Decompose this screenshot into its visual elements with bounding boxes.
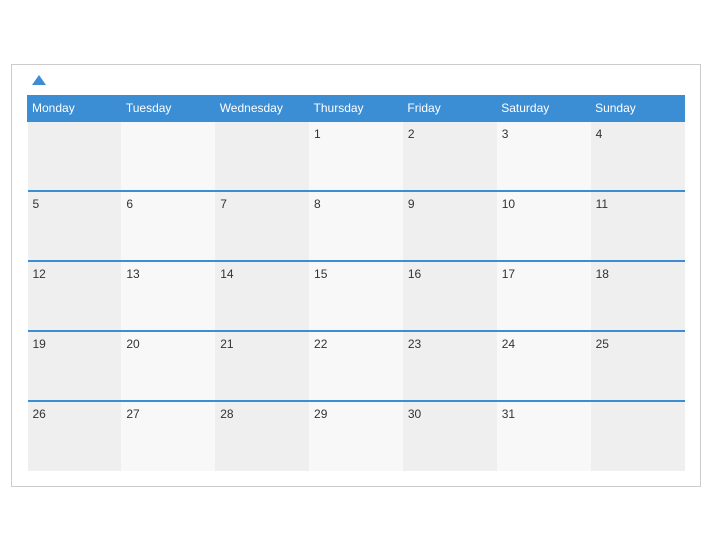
logo-triangle-icon — [32, 75, 46, 85]
day-number: 17 — [502, 267, 515, 281]
day-number: 8 — [314, 197, 321, 211]
calendar-day-cell: 19 — [28, 331, 122, 401]
calendar-day-cell: 7 — [215, 191, 309, 261]
logo — [29, 75, 46, 85]
calendar-day-cell: 6 — [121, 191, 215, 261]
calendar-day-cell: 9 — [403, 191, 497, 261]
day-number: 18 — [596, 267, 609, 281]
calendar-day-cell: 17 — [497, 261, 591, 331]
calendar-day-cell: 31 — [497, 401, 591, 471]
weekday-header: Monday — [28, 95, 122, 121]
day-number: 27 — [126, 407, 139, 421]
weekday-header-row: MondayTuesdayWednesdayThursdayFridaySatu… — [28, 95, 685, 121]
day-number: 21 — [220, 337, 233, 351]
calendar-day-cell: 18 — [591, 261, 685, 331]
weekday-header: Saturday — [497, 95, 591, 121]
calendar-day-cell: 11 — [591, 191, 685, 261]
day-number: 1 — [314, 127, 321, 141]
calendar-body: 1234567891011121314151617181920212223242… — [28, 121, 685, 471]
calendar-header — [27, 75, 685, 85]
calendar-day-cell: 28 — [215, 401, 309, 471]
day-number: 3 — [502, 127, 509, 141]
calendar-day-cell: 27 — [121, 401, 215, 471]
calendar-day-cell: 22 — [309, 331, 403, 401]
calendar-day-cell: 30 — [403, 401, 497, 471]
day-number: 12 — [33, 267, 46, 281]
day-number: 22 — [314, 337, 327, 351]
day-number: 2 — [408, 127, 415, 141]
calendar-grid: MondayTuesdayWednesdayThursdayFridaySatu… — [27, 95, 685, 471]
day-number: 11 — [596, 197, 608, 211]
weekday-header: Sunday — [591, 95, 685, 121]
day-number: 28 — [220, 407, 233, 421]
day-number: 7 — [220, 197, 227, 211]
day-number: 4 — [596, 127, 603, 141]
calendar-day-cell: 29 — [309, 401, 403, 471]
day-number: 10 — [502, 197, 515, 211]
day-number: 20 — [126, 337, 139, 351]
calendar-day-cell — [215, 121, 309, 191]
day-number: 15 — [314, 267, 327, 281]
calendar-day-cell — [591, 401, 685, 471]
day-number: 31 — [502, 407, 515, 421]
calendar-week-row: 12 13 14 15 16 17 18 — [28, 261, 685, 331]
calendar-day-cell: 16 — [403, 261, 497, 331]
calendar-day-cell: 15 — [309, 261, 403, 331]
day-number: 29 — [314, 407, 327, 421]
calendar-day-cell: 10 — [497, 191, 591, 261]
weekday-header: Wednesday — [215, 95, 309, 121]
calendar-day-cell: 24 — [497, 331, 591, 401]
calendar-week-row: 19 20 21 22 23 24 25 — [28, 331, 685, 401]
calendar-day-cell: 26 — [28, 401, 122, 471]
calendar-day-cell: 21 — [215, 331, 309, 401]
calendar-day-cell: 12 — [28, 261, 122, 331]
day-number: 13 — [126, 267, 139, 281]
day-number: 16 — [408, 267, 421, 281]
day-number: 6 — [126, 197, 133, 211]
calendar-container: MondayTuesdayWednesdayThursdayFridaySatu… — [11, 64, 701, 487]
day-number: 24 — [502, 337, 515, 351]
calendar-day-cell: 20 — [121, 331, 215, 401]
day-number: 14 — [220, 267, 233, 281]
calendar-week-row: 1 2 3 4 — [28, 121, 685, 191]
calendar-day-cell: 8 — [309, 191, 403, 261]
calendar-day-cell: 14 — [215, 261, 309, 331]
calendar-week-row: 5 6 7 8 9 10 11 — [28, 191, 685, 261]
calendar-day-cell — [28, 121, 122, 191]
day-number: 26 — [33, 407, 46, 421]
day-number: 9 — [408, 197, 415, 211]
calendar-day-cell: 3 — [497, 121, 591, 191]
calendar-day-cell: 23 — [403, 331, 497, 401]
day-number: 19 — [33, 337, 46, 351]
calendar-day-cell: 25 — [591, 331, 685, 401]
weekday-header: Thursday — [309, 95, 403, 121]
weekday-header: Tuesday — [121, 95, 215, 121]
calendar-day-cell: 13 — [121, 261, 215, 331]
day-number: 23 — [408, 337, 421, 351]
day-number: 5 — [33, 197, 40, 211]
calendar-week-row: 26 27 28 29 30 31 — [28, 401, 685, 471]
calendar-day-cell — [121, 121, 215, 191]
weekday-header: Friday — [403, 95, 497, 121]
day-number: 25 — [596, 337, 609, 351]
calendar-day-cell: 4 — [591, 121, 685, 191]
calendar-day-cell: 5 — [28, 191, 122, 261]
calendar-day-cell: 2 — [403, 121, 497, 191]
day-number: 30 — [408, 407, 421, 421]
calendar-day-cell: 1 — [309, 121, 403, 191]
